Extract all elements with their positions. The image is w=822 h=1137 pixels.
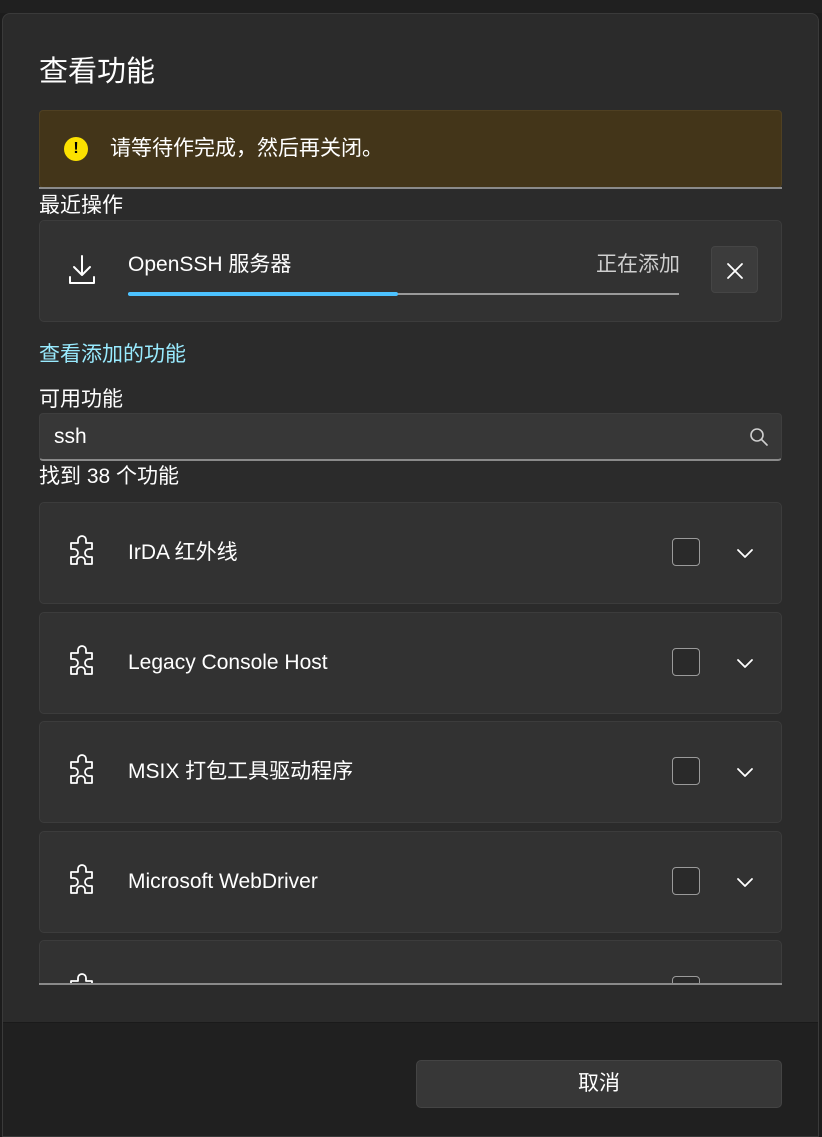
puzzle-icon [70, 864, 93, 894]
available-features-heading: 可用功能 [39, 388, 123, 411]
search-value: ssh [54, 425, 87, 448]
feature-checkbox[interactable] [672, 757, 700, 785]
progress-bar [128, 292, 679, 296]
view-features-dialog: 查看功能 ! 请等待作完成，然后再关闭。 最近操作 OpenSSH 服务器 正在… [2, 13, 819, 1137]
close-icon [726, 262, 743, 279]
chevron-down-icon[interactable] [734, 761, 756, 783]
feature-label: IrDA 红外线 [128, 541, 238, 564]
feature-row[interactable]: Legacy Console Host [39, 612, 782, 714]
recent-actions-heading: 最近操作 [39, 194, 123, 217]
feature-checkbox[interactable] [672, 867, 700, 895]
recent-action-status: 正在添加 [596, 253, 680, 276]
feature-row[interactable]: Microsoft WebDriver [39, 831, 782, 933]
feature-row[interactable] [39, 940, 782, 984]
dialog-footer: 取消 [3, 1022, 818, 1136]
dialog-title: 查看功能 [39, 56, 156, 88]
feature-checkbox[interactable] [672, 648, 700, 676]
cancel-install-button[interactable] [711, 246, 758, 293]
chevron-down-icon[interactable] [734, 542, 756, 564]
feature-checkbox[interactable] [672, 538, 700, 566]
warning-text: 请等待作完成，然后再关闭。 [110, 137, 383, 160]
chevron-down-icon[interactable] [734, 652, 756, 674]
puzzle-icon [70, 535, 93, 565]
feature-label: Microsoft WebDriver [128, 870, 318, 893]
cancel-button[interactable]: 取消 [416, 1060, 782, 1108]
search-input[interactable]: ssh [39, 413, 782, 461]
chevron-down-icon[interactable] [734, 871, 756, 893]
puzzle-icon [70, 645, 93, 675]
progress-fill [128, 292, 398, 296]
recent-action-card: OpenSSH 服务器 正在添加 [39, 220, 782, 322]
feature-label: Legacy Console Host [128, 651, 328, 674]
recent-action-name: OpenSSH 服务器 [128, 253, 292, 276]
download-icon [69, 255, 95, 284]
feature-list: IrDA 红外线 Legacy Console Host MSIX 打包工具驱动… [39, 502, 782, 984]
view-added-features-link[interactable]: 查看添加的功能 [39, 341, 186, 369]
feature-row[interactable]: IrDA 红外线 [39, 502, 782, 604]
background-window [0, 0, 822, 13]
feature-label: MSIX 打包工具驱动程序 [128, 760, 354, 783]
feature-row[interactable]: MSIX 打包工具驱动程序 [39, 721, 782, 823]
list-divider [39, 983, 782, 985]
puzzle-icon [70, 754, 93, 784]
warning-divider [39, 187, 782, 189]
results-count: 找到 38 个功能 [39, 465, 180, 488]
warning-infobar: ! 请等待作完成，然后再关闭。 [39, 110, 782, 188]
search-icon[interactable] [749, 427, 769, 447]
warning-icon: ! [64, 137, 88, 161]
